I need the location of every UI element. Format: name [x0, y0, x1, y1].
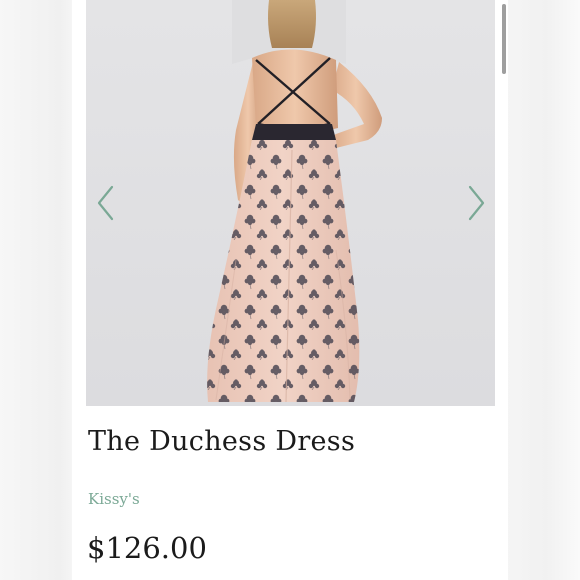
chevron-right-icon[interactable]: [466, 183, 488, 223]
screen: The Duchess Dress Kissy's $126.00: [0, 0, 580, 580]
chevron-left-icon[interactable]: [94, 183, 116, 223]
product-title: The Duchess Dress: [88, 426, 356, 457]
brand-link[interactable]: Kissy's: [88, 490, 140, 508]
image-carousel[interactable]: [86, 0, 495, 406]
product-price: $126.00: [87, 531, 207, 565]
scrollbar-thumb[interactable]: [502, 4, 506, 74]
scrollbar[interactable]: [501, 0, 507, 580]
product-photo: [86, 0, 495, 406]
